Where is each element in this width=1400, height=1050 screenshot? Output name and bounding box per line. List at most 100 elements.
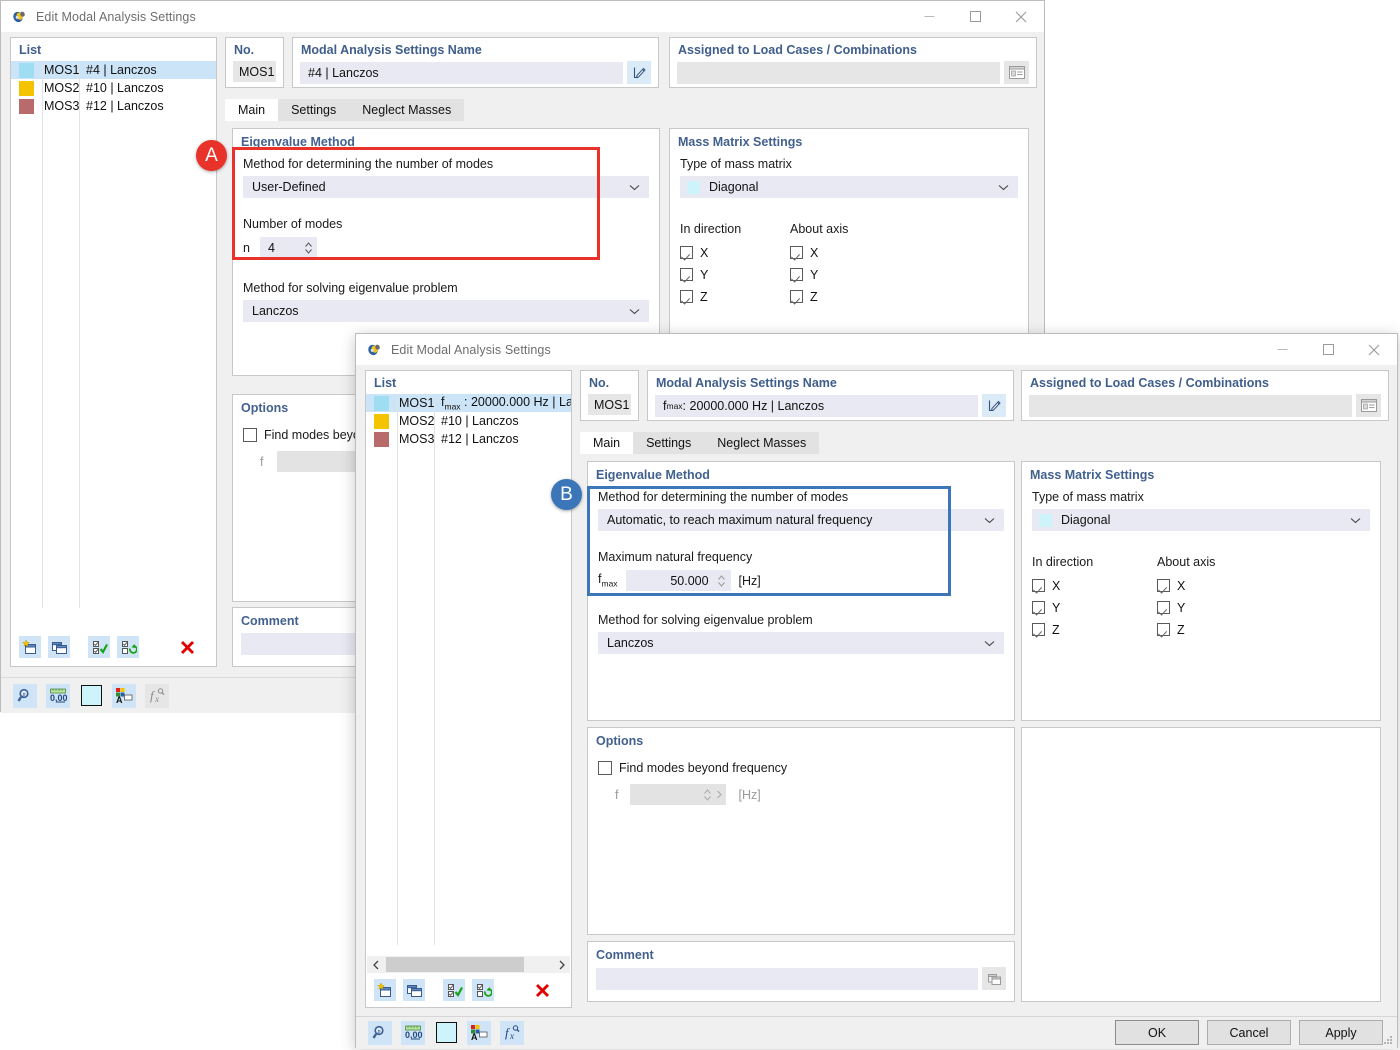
checkbox-icon[interactable] (1157, 601, 1170, 614)
svg-text:p: p (376, 1029, 380, 1035)
spinner-arrows-icon[interactable] (717, 574, 726, 588)
back-list-toolbar (19, 635, 208, 659)
color-swatch-icon[interactable] (434, 1021, 458, 1045)
select-all-icon[interactable] (443, 979, 465, 1001)
tab-main[interactable]: Main (580, 432, 634, 454)
back-no-panel: No. MOS1 (225, 37, 284, 88)
tab-settings[interactable]: Settings (633, 432, 705, 454)
checkbox-icon[interactable] (790, 246, 803, 259)
checkbox-icon[interactable] (1157, 623, 1170, 636)
new-icon[interactable] (19, 636, 41, 658)
scroll-right-icon[interactable] (553, 956, 570, 973)
checkbox-row-in-z[interactable]: Z (680, 287, 790, 306)
checkbox-icon[interactable] (243, 427, 257, 442)
checkbox-icon[interactable] (598, 760, 612, 775)
checkbox-row-in-z[interactable]: Z (1032, 620, 1157, 639)
minimize-icon[interactable] (1259, 334, 1305, 365)
checkbox-row-in-x[interactable]: X (1032, 576, 1157, 595)
tab-settings[interactable]: Settings (278, 99, 350, 121)
toggle-select-icon[interactable] (472, 979, 494, 1001)
back-modes-spinner[interactable]: 4 (259, 237, 317, 258)
maximize-icon[interactable] (952, 1, 998, 32)
maximize-icon[interactable] (1305, 334, 1351, 365)
tab-main[interactable]: Main (225, 99, 279, 121)
checkbox-icon[interactable] (1032, 579, 1045, 592)
back-assigned-input[interactable] (677, 61, 1000, 84)
label-style-icon[interactable]: A (467, 1020, 491, 1045)
checkbox-row-in-y[interactable]: Y (1032, 598, 1157, 617)
checkbox-icon[interactable] (680, 246, 693, 259)
front-name-input[interactable]: f max : 20000.000 Hz | Lanczos (655, 394, 978, 417)
copy-comment-icon[interactable] (982, 967, 1006, 990)
close-icon[interactable] (1351, 334, 1397, 365)
checkbox-row-about-y[interactable]: Y (1157, 598, 1215, 617)
zoom-info-icon[interactable]: p (13, 683, 37, 708)
front-method-combo[interactable]: Automatic, to reach maximum natural freq… (598, 509, 1004, 531)
checkbox-icon[interactable] (1157, 579, 1170, 592)
delete-icon[interactable] (176, 636, 198, 658)
zoom-info-icon[interactable]: p (368, 1020, 392, 1045)
label-style-icon[interactable]: A (112, 683, 136, 708)
front-assigned-input[interactable] (1029, 394, 1352, 417)
back-mass-type-combo[interactable]: Diagonal (680, 176, 1018, 198)
back-mass-type-label: Type of mass matrix (680, 157, 792, 171)
apply-button[interactable]: Apply (1299, 1020, 1383, 1045)
front-comment-input[interactable] (596, 967, 978, 990)
spinner-arrows-icon[interactable] (304, 241, 313, 255)
back-mass-type-value: Diagonal (709, 180, 759, 194)
chevron-down-icon (984, 513, 995, 527)
checkbox-icon[interactable] (1032, 623, 1045, 636)
number-format-icon[interactable]: 0,00 (401, 1020, 425, 1045)
checkbox-icon[interactable] (790, 290, 803, 303)
copy-icon[interactable] (403, 979, 425, 1001)
edit-pencil-icon[interactable] (982, 394, 1006, 417)
checkbox-icon[interactable] (680, 268, 693, 281)
number-format-icon[interactable]: 0,00 (46, 683, 70, 708)
ok-button[interactable]: OK (1115, 1020, 1199, 1045)
color-swatch (19, 80, 34, 96)
back-solver-combo[interactable]: Lanczos (243, 300, 649, 322)
copy-icon[interactable] (48, 636, 70, 658)
tab-neglect-masses[interactable]: Neglect Masses (349, 99, 465, 121)
front-name-panel: Modal Analysis Settings Name f max : 2000… (647, 370, 1014, 421)
back-mass-group-label: Mass Matrix Settings (678, 135, 803, 149)
front-mass-type-combo[interactable]: Diagonal (1032, 509, 1370, 531)
select-all-icon[interactable] (88, 636, 110, 658)
minimize-icon[interactable] (906, 1, 952, 32)
list-picker-icon[interactable] (1356, 394, 1381, 417)
formula-icon[interactable]: f x (500, 1020, 524, 1045)
scroll-thumb[interactable] (386, 957, 524, 972)
scroll-left-icon[interactable] (367, 956, 384, 973)
new-icon[interactable] (374, 979, 396, 1001)
checkbox-row-about-z[interactable]: Z (790, 287, 848, 306)
front-freq-spinner[interactable]: 50.000 (625, 570, 731, 591)
checkbox-row-about-x[interactable]: X (1157, 576, 1215, 595)
cancel-button[interactable]: Cancel (1207, 1020, 1291, 1045)
toggle-select-icon[interactable] (117, 636, 139, 658)
close-icon[interactable] (998, 1, 1044, 32)
color-swatch (374, 413, 389, 429)
checkbox-row-about-x[interactable]: X (790, 243, 848, 262)
color-swatch-icon[interactable] (79, 684, 103, 708)
checkbox-row-about-y[interactable]: Y (790, 265, 848, 284)
checkbox-icon[interactable] (790, 268, 803, 281)
checkbox-row-in-y[interactable]: Y (680, 265, 790, 284)
scroll-track[interactable] (384, 956, 553, 973)
list-picker-icon[interactable] (1004, 61, 1029, 84)
front-mass-panel: Mass Matrix Settings Type of mass matrix… (1021, 461, 1381, 721)
front-list-hscrollbar[interactable] (367, 956, 570, 973)
resize-grip-icon[interactable] (1382, 1033, 1394, 1045)
front-comment-label: Comment (596, 948, 654, 962)
checkbox-icon[interactable] (680, 290, 693, 303)
tab-neglect-masses[interactable]: Neglect Masses (704, 432, 820, 454)
delete-icon[interactable] (531, 979, 553, 1001)
checkbox-row-in-x[interactable]: X (680, 243, 790, 262)
front-window-controls (1259, 334, 1397, 365)
back-method-combo[interactable]: User-Defined (243, 176, 649, 198)
checkbox-row-about-z[interactable]: Z (1157, 620, 1215, 639)
edit-pencil-icon[interactable] (627, 61, 651, 84)
front-solver-combo[interactable]: Lanczos (598, 632, 1004, 654)
checkbox-icon[interactable] (1032, 601, 1045, 614)
front-find-modes-checkbox-row[interactable]: Find modes beyond frequency (598, 758, 1004, 777)
back-name-input[interactable]: #4 | Lanczos (300, 61, 623, 84)
